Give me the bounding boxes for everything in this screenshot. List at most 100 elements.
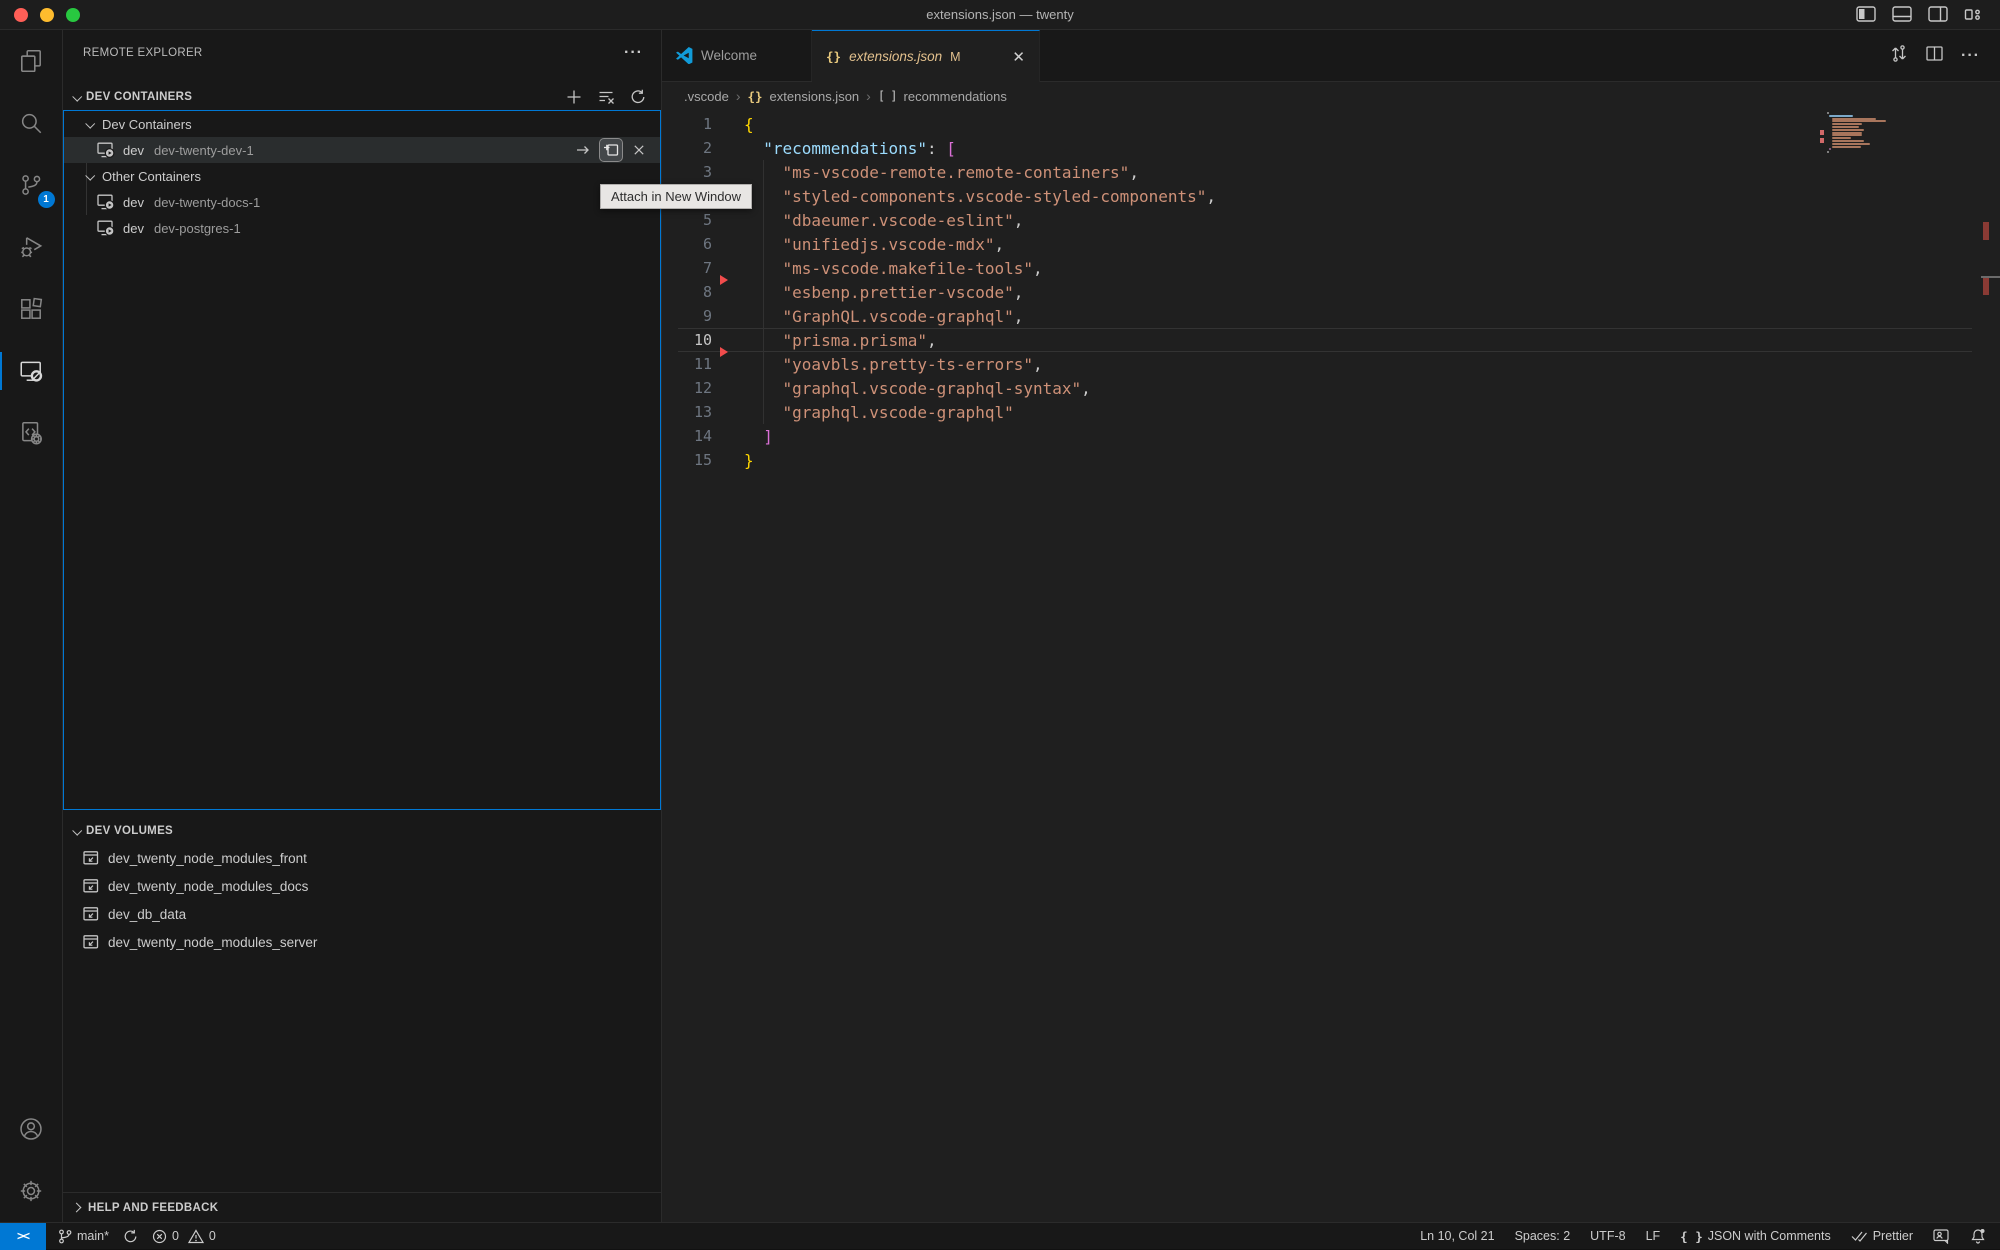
vscode-window: extensions.json — twenty 1 — [0, 0, 2000, 1249]
volume-name: dev_twenty_node_modules_docs — [108, 879, 308, 894]
breadcrumb-file[interactable]: extensions.json — [770, 89, 860, 104]
code-line[interactable]: 15} — [662, 448, 2000, 472]
volume-row[interactable]: dev_twenty_node_modules_docs — [63, 872, 661, 900]
tree-group-row[interactable]: Dev Containers — [64, 111, 660, 137]
formatter-status[interactable]: Prettier — [1851, 1229, 1913, 1243]
modified-badge: M — [950, 50, 960, 64]
line-number: 3 — [662, 163, 712, 181]
encoding[interactable]: UTF-8 — [1590, 1229, 1625, 1243]
remote-explorer-icon[interactable] — [0, 340, 63, 402]
source-control-badge: 1 — [38, 191, 55, 208]
volume-name: dev_db_data — [108, 907, 186, 922]
titlebar: extensions.json — twenty — [0, 0, 2000, 30]
problems-status[interactable]: 0 0 — [152, 1229, 216, 1244]
line-number: 14 — [662, 427, 712, 445]
tab-welcome[interactable]: Welcome — [662, 30, 812, 81]
sidebar-more-actions-icon[interactable]: ··· — [624, 48, 643, 58]
code-line[interactable]: 2 "recommendations": [ — [662, 136, 2000, 160]
double-check-icon — [1851, 1230, 1868, 1242]
code-line[interactable]: 8 "esbenp.prettier-vscode", — [662, 280, 2000, 304]
remote-indicator[interactable]: >< — [0, 1223, 46, 1250]
sidebar-title: REMOTE EXPLORER — [83, 47, 203, 59]
tree-container-row[interactable]: devdev-postgres-1 — [64, 215, 660, 241]
attach-to-container-icon[interactable] — [572, 139, 594, 161]
code-line[interactable]: 6 "unifiedjs.vscode-mdx", — [662, 232, 2000, 256]
window-title: extensions.json — twenty — [0, 7, 2000, 22]
extensions-icon[interactable] — [0, 278, 63, 340]
line-number: 1 — [662, 115, 712, 133]
add-container-icon[interactable] — [563, 86, 585, 108]
close-window-button[interactable] — [14, 8, 28, 22]
remove-container-icon[interactable] — [628, 139, 650, 161]
line-number: 7 — [662, 259, 712, 277]
dev-containers-section-header[interactable]: DEV CONTAINERS — [63, 68, 661, 110]
minimap-deletion-mark — [1820, 130, 1824, 135]
container-description: dev-twenty-dev-1 — [154, 143, 254, 158]
clear-filter-icon[interactable] — [595, 86, 617, 108]
cursor-position[interactable]: Ln 10, Col 21 — [1420, 1229, 1494, 1243]
code-line[interactable]: 3 "ms-vscode-remote.remote-containers", — [662, 160, 2000, 184]
breadcrumb-folder[interactable]: .vscode — [684, 89, 729, 104]
refresh-icon[interactable] — [627, 86, 649, 108]
sync-changes-button[interactable] — [123, 1229, 138, 1244]
notifications-bell-icon[interactable] — [1970, 1228, 1986, 1244]
code-line[interactable]: 13 "graphql.vscode-graphql" — [662, 400, 2000, 424]
customize-layout-icon[interactable] — [1964, 6, 1982, 23]
code-line[interactable]: 9 "GraphQL.vscode-graphql", — [662, 304, 2000, 328]
overview-ruler-line — [1981, 276, 2000, 278]
minimap[interactable] — [1827, 112, 1897, 158]
settings-gear-icon[interactable] — [0, 1160, 63, 1222]
minimize-window-button[interactable] — [40, 8, 54, 22]
volume-row[interactable]: dev_db_data — [63, 900, 661, 928]
volume-row[interactable]: dev_twenty_node_modules_front — [63, 844, 661, 872]
dev-containers-extension-icon[interactable] — [0, 402, 63, 464]
remote-explorer-sidebar: REMOTE EXPLORER ··· DEV CONTAINERS Dev C… — [63, 30, 662, 1222]
json-file-icon: {} — [826, 49, 841, 64]
code-line[interactable]: 11 "yoavbls.pretty-ts-errors", — [662, 352, 2000, 376]
explorer-icon[interactable] — [0, 30, 63, 92]
breadcrumb-symbol[interactable]: recommendations — [904, 89, 1007, 104]
activity-bar: 1 — [0, 30, 63, 1222]
code-line[interactable]: 5 "dbaeumer.vscode-eslint", — [662, 208, 2000, 232]
zoom-window-button[interactable] — [66, 8, 80, 22]
git-deleted-lines-marker — [720, 347, 728, 357]
code-line[interactable]: 7 "ms-vscode.makefile-tools", — [662, 256, 2000, 280]
volume-icon — [83, 934, 99, 950]
search-icon[interactable] — [0, 92, 63, 154]
feedback-icon[interactable] — [1933, 1229, 1950, 1244]
language-json-icon: { } — [1680, 1229, 1703, 1244]
tree-container-row[interactable]: devdev-twenty-docs-1 — [64, 189, 660, 215]
toggle-primary-sidebar-icon[interactable] — [1856, 6, 1876, 23]
eol-sequence[interactable]: LF — [1646, 1229, 1661, 1243]
code-editor[interactable]: 1{2 "recommendations": [3 "ms-vscode-rem… — [662, 110, 2000, 1222]
tree-container-row[interactable]: devdev-twenty-dev-1 — [64, 137, 660, 163]
line-number: 13 — [662, 403, 712, 421]
open-changes-icon[interactable] — [1890, 45, 1908, 67]
dev-volumes-section-header[interactable]: DEV VOLUMES — [63, 818, 661, 844]
tab-extensions-json[interactable]: {} extensions.json M ✕ — [812, 30, 1040, 82]
code-line[interactable]: 4 "styled-components.vscode-styled-compo… — [662, 184, 2000, 208]
run-and-debug-icon[interactable] — [0, 216, 63, 278]
code-indent-guide — [763, 160, 764, 424]
chevron-down-icon — [72, 91, 82, 101]
split-editor-icon[interactable] — [1926, 46, 1943, 66]
code-line[interactable]: 14 ] — [662, 424, 2000, 448]
code-line[interactable]: 1{ — [662, 112, 2000, 136]
editor-more-actions-icon[interactable]: ··· — [1961, 47, 1980, 65]
indentation[interactable]: Spaces: 2 — [1515, 1229, 1571, 1243]
container-name: dev — [123, 221, 144, 236]
status-bar: >< main* 0 0 Ln 10, Col 21 Spaces: 2 UTF… — [0, 1222, 2000, 1249]
branch-icon — [58, 1229, 72, 1244]
toggle-panel-icon[interactable] — [1892, 6, 1912, 23]
accounts-icon[interactable] — [0, 1098, 63, 1160]
language-mode[interactable]: { } JSON with Comments — [1680, 1229, 1831, 1244]
attach-in-new-window-icon[interactable] — [600, 139, 622, 161]
close-tab-icon[interactable]: ✕ — [1012, 48, 1025, 66]
git-branch-status[interactable]: main* — [58, 1229, 109, 1244]
volume-row[interactable]: dev_twenty_node_modules_server — [63, 928, 661, 956]
help-and-feedback-section-header[interactable]: HELP AND FEEDBACK — [63, 1192, 661, 1222]
source-control-icon[interactable]: 1 — [0, 154, 63, 216]
code-line[interactable]: 12 "graphql.vscode-graphql-syntax", — [662, 376, 2000, 400]
tree-group-row[interactable]: Other Containers — [64, 163, 660, 189]
toggle-secondary-sidebar-icon[interactable] — [1928, 6, 1948, 23]
